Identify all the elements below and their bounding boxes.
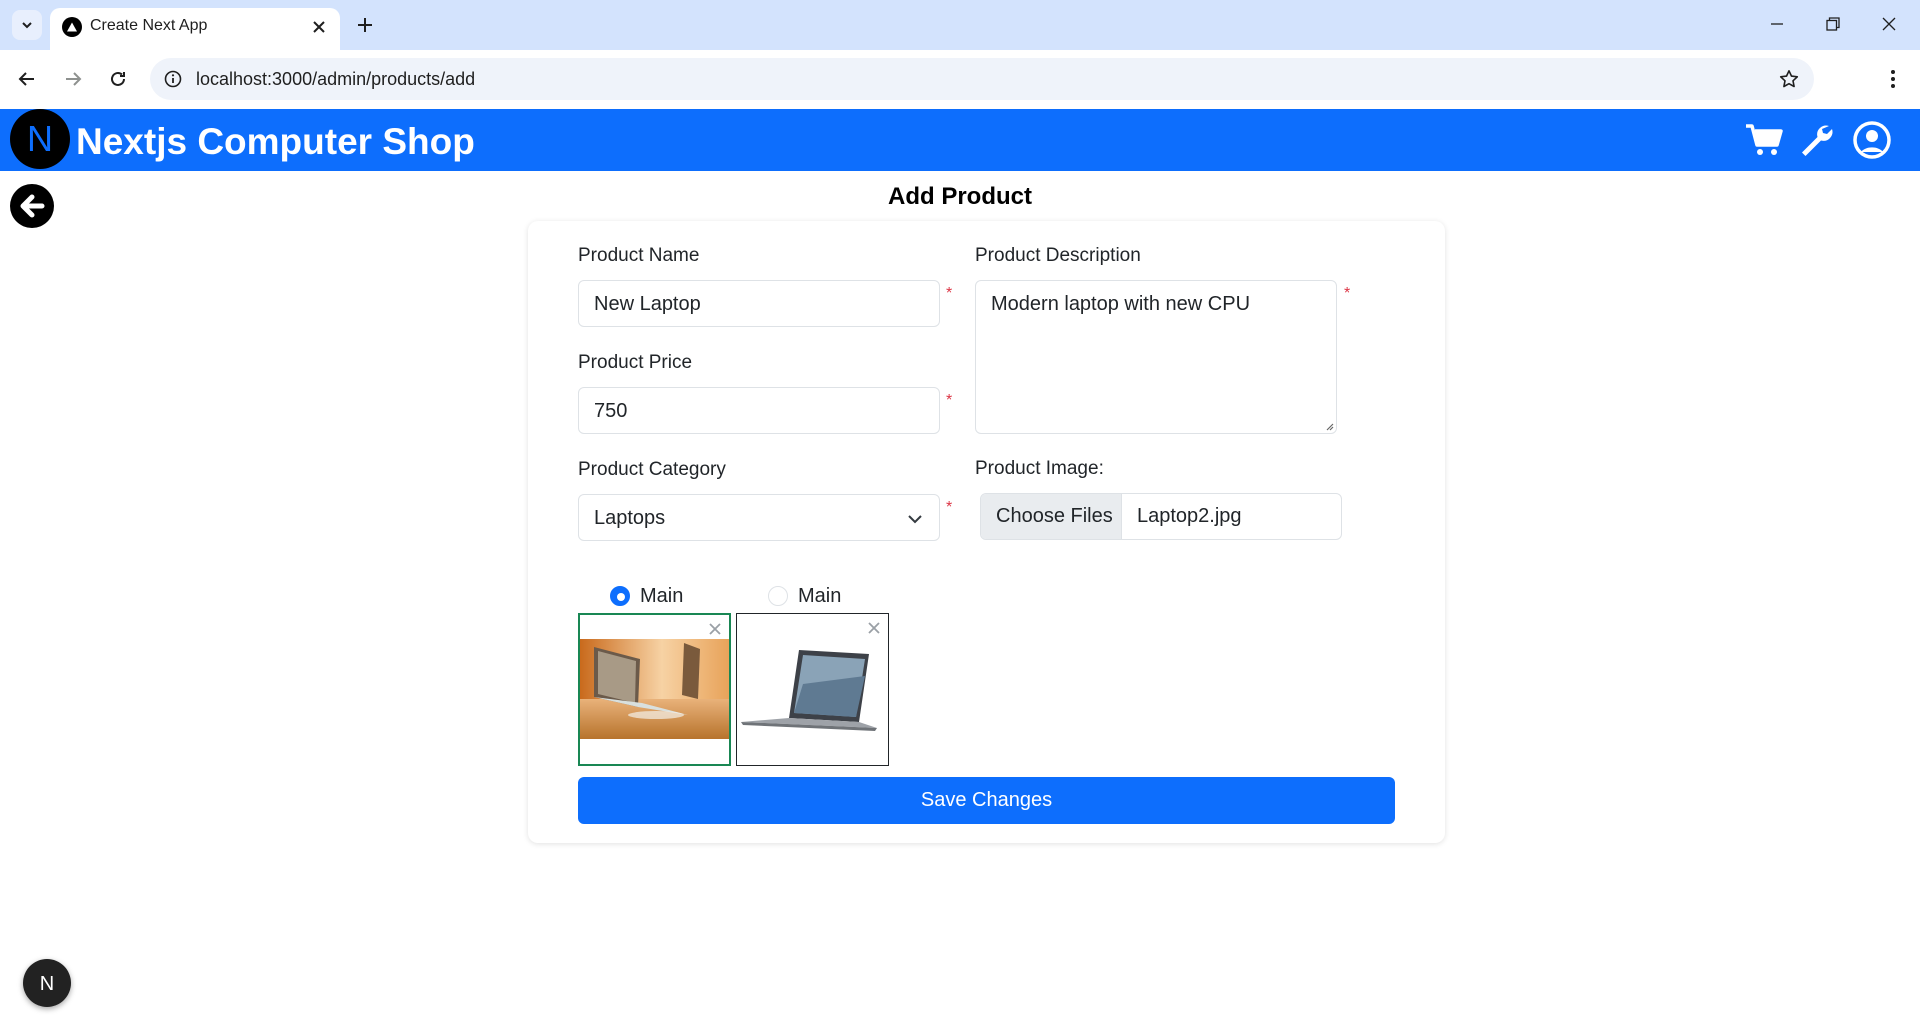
image-thumbnail[interactable] [736, 613, 889, 766]
nextjs-logo[interactable]: N [10, 109, 70, 169]
close-icon [1882, 17, 1896, 31]
required-mark: * [946, 392, 953, 409]
product-description-label: Product Description [975, 245, 1141, 266]
site-info-icon[interactable] [160, 66, 186, 92]
reload-button[interactable] [101, 62, 135, 96]
laptop-photo-image [580, 639, 729, 739]
arrow-right-icon [66, 72, 82, 86]
browser-tabstrip: Create Next App [0, 0, 1920, 50]
reload-icon [111, 71, 125, 86]
arrow-left-icon [18, 72, 34, 86]
product-price-label: Product Price [578, 352, 693, 373]
image-thumbnail-main[interactable] [578, 613, 731, 766]
app-navbar: N Nextjs Computer Shop [0, 109, 1920, 171]
remove-image-icon[interactable] [707, 621, 723, 637]
browser-menu-button[interactable] [1876, 62, 1910, 96]
product-image-file-input[interactable]: Choose Files Laptop2.jpg [980, 493, 1342, 540]
brand-title[interactable]: Nextjs Computer Shop [76, 121, 475, 163]
page-title: Add Product [888, 183, 1032, 210]
chevron-down-icon [22, 22, 32, 29]
url-text: localhost:3000/admin/products/add [196, 69, 476, 89]
main-radio-label: Main [798, 585, 842, 607]
plus-icon [358, 18, 372, 32]
back-nav-button[interactable] [10, 62, 44, 96]
product-image-label: Product Image: [975, 458, 1104, 479]
wrench-icon[interactable] [1796, 119, 1838, 161]
chevron-down-icon [908, 515, 922, 524]
main-radio-label: Main [640, 585, 684, 607]
logo-letter: N [27, 118, 53, 159]
remove-image-icon[interactable] [866, 620, 882, 636]
product-category-label: Product Category [578, 459, 726, 480]
required-mark: * [1344, 285, 1351, 302]
bookmark-star-icon[interactable] [1776, 66, 1802, 92]
user-circle-icon[interactable] [1851, 119, 1893, 161]
browser-toolbar: localhost:3000/admin/products/add [0, 50, 1920, 108]
resize-grip-icon[interactable] [1324, 421, 1334, 431]
product-price-input[interactable]: 750 [578, 387, 940, 434]
choose-files-button[interactable]: Choose Files [981, 494, 1122, 539]
minimize-button[interactable] [1750, 0, 1804, 48]
main-image-radio-1[interactable] [610, 586, 630, 606]
dev-badge-letter: N [40, 973, 54, 995]
product-category-select[interactable]: Laptops [578, 494, 940, 541]
product-name-input[interactable]: New Laptop [578, 280, 940, 327]
main-image-radio-2[interactable] [768, 586, 788, 606]
cart-icon[interactable] [1743, 119, 1785, 161]
required-mark: * [946, 499, 953, 516]
restore-button[interactable] [1806, 0, 1860, 48]
tab-close-icon[interactable] [306, 14, 332, 40]
grey-laptop-image [741, 650, 877, 731]
save-changes-button[interactable]: Save Changes [578, 777, 1395, 824]
more-vertical-icon [1891, 70, 1895, 88]
forward-nav-button[interactable] [56, 62, 90, 96]
close-window-button[interactable] [1862, 0, 1916, 48]
product-description-textarea[interactable]: Modern laptop with new CPU [975, 280, 1337, 434]
required-mark: * [946, 285, 953, 302]
tab-title: Create Next App [90, 17, 208, 34]
nextjs-dev-badge[interactable]: N [23, 959, 71, 1007]
address-bar[interactable]: localhost:3000/admin/products/add [150, 58, 1814, 100]
selected-file-name: Laptop2.jpg [1137, 505, 1242, 527]
product-description-value: Modern laptop with new CPU [991, 293, 1251, 315]
restore-icon [1826, 17, 1840, 31]
product-name-label: Product Name [578, 245, 700, 266]
new-tab-button[interactable] [350, 10, 380, 40]
nextjs-favicon-icon [62, 17, 82, 37]
tab-search-button[interactable] [12, 10, 42, 40]
product-category-value: Laptops [594, 507, 666, 529]
browser-tab[interactable]: Create Next App [50, 8, 340, 50]
minimize-icon [1771, 23, 1783, 25]
